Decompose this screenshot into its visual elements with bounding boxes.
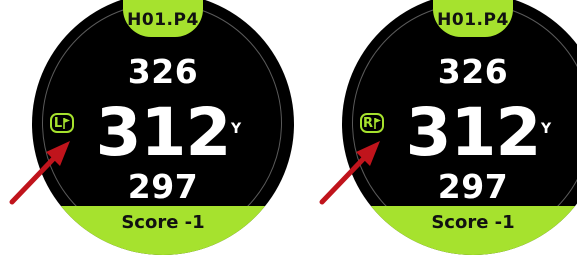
pointer-arrow-left: [9, 141, 70, 205]
pin-side-letter: R: [362, 115, 373, 131]
pin-position-badge: R: [360, 113, 384, 133]
score-label: Score -1: [121, 212, 205, 233]
pointer-arrow-right: [319, 141, 380, 205]
flag-icon: [63, 117, 71, 129]
back-distance: 326: [127, 52, 199, 91]
score-label: Score -1: [431, 212, 515, 233]
hole-par-label: H01.P4: [127, 10, 199, 30]
pin-position-badge: L: [50, 113, 74, 133]
distance-unit: Y: [541, 121, 552, 137]
pin-side-letter: L: [53, 115, 63, 131]
back-distance: 326: [437, 52, 509, 91]
distance-unit: Y: [231, 121, 242, 137]
watch-face-left: H01.P4 326 312 Y 297 L Score -1: [32, 0, 294, 255]
hole-par-tab: H01.P4: [123, 0, 203, 37]
flag-icon: [374, 117, 381, 129]
hole-par-tab: H01.P4: [433, 0, 513, 37]
hole-par-label: H01.P4: [437, 10, 509, 30]
watch-face-right: H01.P4 326 312 Y 297 R Score -1: [342, 0, 577, 255]
